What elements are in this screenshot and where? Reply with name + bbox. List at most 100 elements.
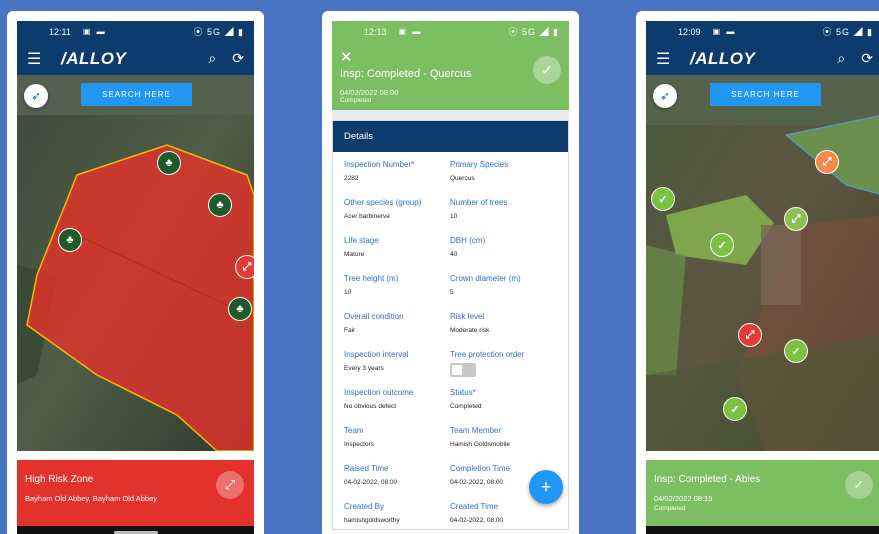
tree-marker-icon[interactable]: ♣ bbox=[208, 193, 232, 217]
compass-icon[interactable]: ➶ bbox=[653, 84, 677, 108]
hamburger-icon[interactable]: ☰ bbox=[27, 49, 49, 69]
expand-marker-icon[interactable]: ⤢ bbox=[784, 207, 808, 231]
phone-screenshot-map-risk-zone: 12:11 ▣ ▬ ⦿ 5G ◢ ▮ ☰ /ALLOY ⌕ ⟳ ➶ SEARCH… bbox=[7, 11, 264, 534]
field-label: Risk level bbox=[450, 312, 485, 321]
field-value: 2282 bbox=[344, 175, 359, 182]
compass-icon[interactable]: ➶ bbox=[24, 84, 48, 108]
field-inspection-interval[interactable]: Inspection interval Every 3 years bbox=[344, 350, 450, 388]
field-risk-level[interactable]: Risk level Moderate risk bbox=[450, 312, 560, 350]
status-icons: ▣ ▬ bbox=[712, 27, 737, 36]
map-background bbox=[17, 75, 254, 451]
field-value: Every 3 years bbox=[344, 365, 384, 372]
field-value: Quercus bbox=[450, 175, 475, 182]
status-icons: ▣ ▬ bbox=[82, 27, 107, 36]
sync-icon[interactable]: ⟳ bbox=[232, 50, 244, 67]
field-value: Acer barbinerve bbox=[344, 213, 390, 220]
details-heading: Details bbox=[333, 121, 568, 152]
card-status: Completed bbox=[654, 505, 686, 512]
map-view[interactable]: ➶ SEARCH HERE ♣ ♣ ♣ ⤢ ♣ bbox=[17, 75, 254, 451]
phone-screenshot-inspection-details: 12:13 ▣ ▬ ⦿ 5G ◢ ▮ ✕ Insp: Completed - Q… bbox=[322, 11, 579, 534]
field-label: Raised Time bbox=[344, 464, 389, 473]
search-here-button[interactable]: SEARCH HERE bbox=[81, 83, 192, 106]
status-bar: 12:09 ▣ ▬ ⦿ 5G ◢ ▮ bbox=[646, 21, 879, 42]
search-icon[interactable]: ⌕ bbox=[837, 50, 845, 67]
field-label: Primary Species bbox=[450, 160, 509, 169]
field-label: Team Member bbox=[450, 426, 502, 435]
check-marker-icon[interactable]: ✓ bbox=[710, 233, 734, 257]
field-label: Status* bbox=[450, 388, 476, 397]
check-marker-icon[interactable]: ✓ bbox=[723, 397, 747, 421]
card-title: High Risk Zone bbox=[25, 474, 94, 485]
field-label: Life stage bbox=[344, 236, 379, 245]
inspection-title: Insp: Completed - Quercus bbox=[340, 68, 472, 80]
field-tree-protection-order: Tree protection order bbox=[450, 350, 560, 388]
field-primary-species[interactable]: Primary Species Quercus bbox=[450, 160, 560, 198]
screen: 12:09 ▣ ▬ ⦿ 5G ◢ ▮ ☰ /ALLOY ⌕ ⟳ ➶ SEARCH… bbox=[646, 21, 879, 534]
tree-marker-icon[interactable]: ♣ bbox=[228, 297, 252, 321]
field-value: No obvious defect bbox=[344, 403, 397, 410]
search-icon[interactable]: ⌕ bbox=[208, 50, 216, 67]
expand-marker-icon[interactable]: ⤢ bbox=[235, 255, 254, 279]
details-card: Details Inspection Number* 2282 Primary S… bbox=[332, 120, 569, 530]
expand-marker-icon[interactable]: ⤢ bbox=[738, 323, 762, 347]
field-value: Mature bbox=[344, 251, 365, 258]
card-subtitle: Bayham Old Abbey, Bayham Old Abbey bbox=[25, 494, 158, 503]
field-created-by[interactable]: Created By hamishgoldsworthy bbox=[344, 502, 450, 534]
field-dbh[interactable]: DBH (cm) 40 bbox=[450, 236, 560, 274]
field-number-of-trees[interactable]: Number of trees 10 bbox=[450, 198, 560, 236]
field-life-stage[interactable]: Life stage Mature bbox=[344, 236, 450, 274]
field-label: Team bbox=[344, 426, 364, 435]
field-other-species[interactable]: Other species (group) Acer barbinerve bbox=[344, 198, 450, 236]
tree-marker-icon[interactable]: ♣ bbox=[58, 228, 82, 252]
status-right: ⦿ 5G ◢ ▮ bbox=[193, 27, 244, 37]
field-value: Moderate risk bbox=[450, 327, 490, 334]
field-team[interactable]: Team Inspectors bbox=[344, 426, 450, 464]
check-marker-icon[interactable]: ✓ bbox=[651, 187, 675, 211]
field-crown-diameter[interactable]: Crown diameter (m) 5 bbox=[450, 274, 560, 312]
field-value: Inspectors bbox=[344, 441, 374, 448]
expand-icon[interactable]: ⤢ bbox=[216, 471, 244, 499]
app-bar: ☰ /ALLOY ⌕ ⟳ bbox=[646, 42, 879, 75]
expand-marker-icon[interactable]: ⤢ bbox=[815, 150, 839, 174]
search-here-button[interactable]: SEARCH HERE bbox=[710, 83, 821, 106]
field-label: Overall condition bbox=[344, 312, 404, 321]
inspection-date: 04/02/2022 08:00 bbox=[340, 88, 399, 97]
field-label: Tree height (m) bbox=[344, 274, 399, 283]
field-label: Inspection Number* bbox=[344, 160, 415, 169]
field-value: Completed bbox=[450, 403, 482, 410]
field-created-time[interactable]: Created Time 04-02-2022, 08:00 bbox=[450, 502, 560, 534]
status-time: 12:09 bbox=[678, 26, 701, 37]
selected-item-card[interactable]: Insp: Completed - Abies 04/02/2022 08:15… bbox=[646, 460, 879, 526]
status-bar: 12:11 ▣ ▬ ⦿ 5G ◢ ▮ bbox=[17, 21, 254, 42]
field-label: Other species (group) bbox=[344, 198, 422, 207]
check-icon[interactable]: ✓ bbox=[533, 56, 561, 84]
system-nav-bar bbox=[17, 526, 254, 534]
field-value: Fair bbox=[344, 327, 356, 334]
status-time: 12:13 bbox=[364, 26, 387, 37]
check-marker-icon[interactable]: ✓ bbox=[784, 339, 808, 363]
field-overall-condition[interactable]: Overall condition Fair bbox=[344, 312, 450, 350]
field-label: Number of trees bbox=[450, 198, 508, 207]
field-team-member[interactable]: Team Member Hamish Goldsmobile bbox=[450, 426, 560, 464]
field-status[interactable]: Status* Completed bbox=[450, 388, 560, 426]
card-title: Insp: Completed - Abies bbox=[654, 474, 761, 485]
tree-marker-icon[interactable]: ♣ bbox=[157, 151, 181, 175]
check-icon[interactable]: ✓ bbox=[845, 471, 873, 499]
close-icon[interactable]: ✕ bbox=[340, 48, 561, 66]
app-bar: ☰ /ALLOY ⌕ ⟳ bbox=[17, 42, 254, 75]
sync-icon[interactable]: ⟳ bbox=[861, 50, 873, 67]
field-raised-time[interactable]: Raised Time 04-02-2022, 08:00 bbox=[344, 464, 450, 502]
tree-protection-toggle[interactable] bbox=[450, 363, 476, 377]
selected-item-card[interactable]: High Risk Zone Bayham Old Abbey, Bayham … bbox=[17, 460, 254, 526]
map-view[interactable]: ➶ SEARCH HERE ⤢ ✓ ⤢ ✓ ⤢ ✓ ✓ bbox=[646, 75, 879, 451]
status-icons: ▣ ▬ bbox=[398, 27, 423, 36]
field-value: 04-02-2022, 08:00 bbox=[344, 479, 398, 486]
add-button[interactable]: + bbox=[529, 470, 563, 504]
field-inspection-outcome[interactable]: Inspection outcome No obvious defect bbox=[344, 388, 450, 426]
field-label: Created By bbox=[344, 502, 385, 511]
details-body: Details Inspection Number* 2282 Primary S… bbox=[332, 110, 569, 530]
field-tree-height[interactable]: Tree height (m) 10 bbox=[344, 274, 450, 312]
status-right: ⦿ 5G ◢ ▮ bbox=[508, 27, 559, 37]
field-inspection-number[interactable]: Inspection Number* 2282 bbox=[344, 160, 450, 198]
hamburger-icon[interactable]: ☰ bbox=[656, 49, 678, 69]
